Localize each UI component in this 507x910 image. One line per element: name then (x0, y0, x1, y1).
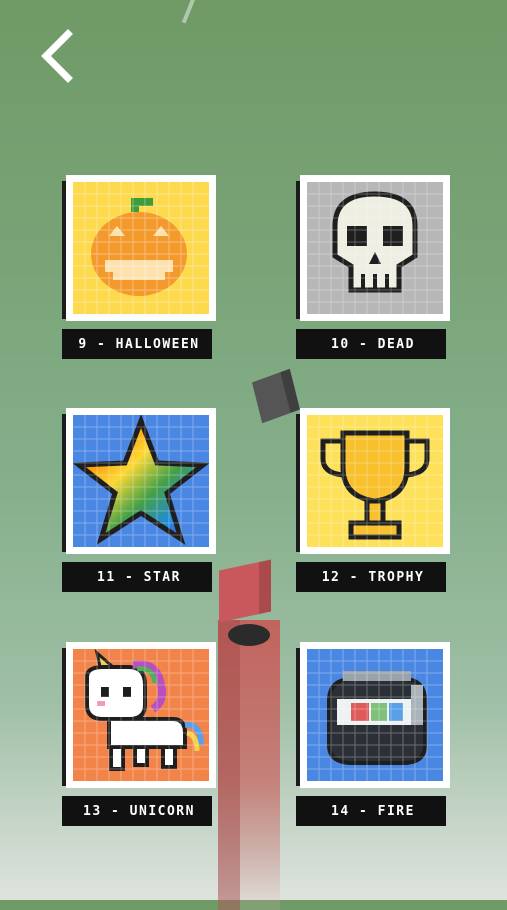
level-card-trophy[interactable]: 12 - TROPHY (296, 408, 452, 592)
card-frame (296, 408, 450, 554)
level-card-halloween[interactable]: 9 - HALLOWEEN (62, 175, 218, 359)
level-label: 10 - DEAD (300, 329, 446, 359)
chevron-left-icon (41, 29, 73, 83)
card-frame (296, 175, 450, 321)
background-streak (181, 0, 199, 24)
fire-icon (307, 649, 443, 781)
card-frame (62, 642, 216, 788)
card-image (307, 182, 443, 314)
back-button[interactable] (34, 28, 84, 88)
floating-cube (252, 368, 300, 424)
level-label: 9 - HALLOWEEN (66, 329, 212, 359)
card-image (307, 649, 443, 781)
rainbow-star-icon (73, 415, 209, 547)
card-image (307, 415, 443, 547)
pumpkin-icon (73, 182, 209, 314)
level-label: 11 - STAR (66, 562, 212, 592)
red-cube (219, 559, 271, 623)
trophy-icon (307, 415, 443, 547)
card-image (73, 415, 209, 547)
level-card-unicorn[interactable]: 13 - UNICORN (62, 642, 218, 826)
level-label: 14 - FIRE (300, 796, 446, 826)
level-card-fire[interactable]: 14 - FIRE (296, 642, 452, 826)
skull-icon (307, 182, 443, 314)
unicorn-icon (73, 649, 209, 781)
red-pillar (218, 620, 280, 910)
pillar-ring (228, 624, 270, 646)
level-label: 12 - TROPHY (300, 562, 446, 592)
card-frame (296, 642, 450, 788)
card-frame (62, 408, 216, 554)
level-label: 13 - UNICORN (66, 796, 212, 826)
card-frame (62, 175, 216, 321)
level-card-dead[interactable]: 10 - DEAD (296, 175, 452, 359)
card-image (73, 649, 209, 781)
level-card-star[interactable]: 11 - STAR (62, 408, 218, 592)
card-image (73, 182, 209, 314)
